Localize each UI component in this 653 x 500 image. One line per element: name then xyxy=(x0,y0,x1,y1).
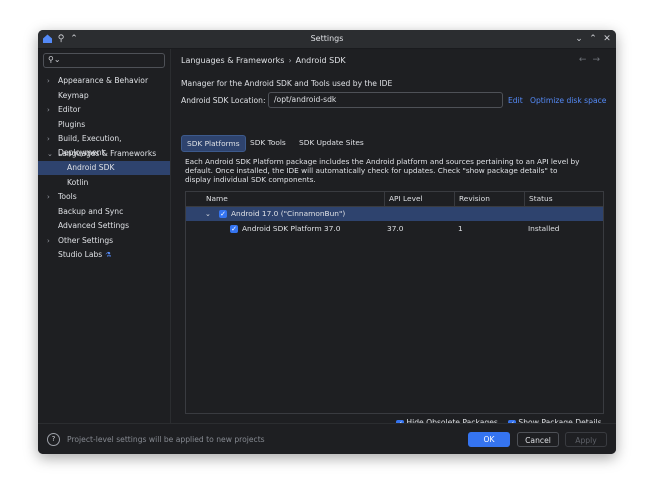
table-row[interactable]: ✓ Android SDK Platform 37.0 37.0 1 Insta… xyxy=(186,222,603,236)
search-icon: ⚲⌄ xyxy=(48,55,61,64)
row-revision: 1 xyxy=(458,224,463,233)
sidebar-item-plugins[interactable]: Plugins xyxy=(38,118,170,132)
sdk-platforms-table: Name API Level Revision Status ⌄ ✓ Andro… xyxy=(185,191,604,414)
sidebar-item-appearance[interactable]: › Appearance & Behavior xyxy=(38,74,170,88)
help-icon[interactable]: ? xyxy=(47,433,60,446)
search-input[interactable]: ⚲⌄ xyxy=(43,53,165,68)
breadcrumb: Languages & Frameworks › Android SDK xyxy=(181,56,346,65)
chevron-right-icon: › xyxy=(47,193,50,201)
chevron-right-icon: › xyxy=(47,77,50,85)
sidebar-item-build[interactable]: › Build, Execution, Deployment xyxy=(38,132,170,157)
checkbox-android-17[interactable]: ✓ xyxy=(219,210,227,218)
minimize-icon[interactable]: ⌄ xyxy=(573,33,585,45)
chevron-right-icon: › xyxy=(47,237,50,245)
back-arrow-icon[interactable]: ← xyxy=(579,55,593,65)
column-status[interactable]: Status xyxy=(525,192,603,206)
row-status: Installed xyxy=(528,224,560,233)
dialog-footer: ? Project-level settings will be applied… xyxy=(38,423,616,454)
sidebar-item-studio-labs[interactable]: Studio Labs ⚗ xyxy=(38,248,170,262)
apply-button[interactable]: Apply xyxy=(565,432,607,447)
sidebar-item-kotlin[interactable]: Kotlin xyxy=(38,176,170,190)
tab-sdk-tools[interactable]: SDK Tools xyxy=(245,135,291,150)
tab-sdk-update-sites[interactable]: SDK Update Sites xyxy=(294,135,369,150)
platform-description: Each Android SDK Platform package includ… xyxy=(185,157,580,184)
sdk-location-label: Android SDK Location: xyxy=(181,96,266,105)
sidebar-item-editor[interactable]: › Editor xyxy=(38,103,170,117)
sidebar-item-backup[interactable]: Backup and Sync xyxy=(38,205,170,219)
ok-button[interactable]: OK xyxy=(468,432,510,447)
row-name: Android SDK Platform 37.0 xyxy=(242,224,341,233)
forward-arrow-icon[interactable]: → xyxy=(592,55,606,65)
sidebar-item-keymap[interactable]: Keymap xyxy=(38,89,170,103)
panel-description: Manager for the Android SDK and Tools us… xyxy=(181,79,393,88)
chevron-down-icon[interactable]: ⌄ xyxy=(205,207,211,221)
maximize-icon[interactable]: ⌃ xyxy=(587,33,599,45)
row-name: Android 17.0 ("CinnamonBun") xyxy=(231,209,346,218)
title-bar: ⚲ ⌃ Settings ⌄ ⌃ ✕ xyxy=(38,30,616,49)
row-api-level: 37.0 xyxy=(387,224,404,233)
checkbox-sdk-platform-37[interactable]: ✓ xyxy=(230,225,238,233)
sdk-location-field[interactable]: /opt/android-sdk xyxy=(268,92,503,108)
sidebar-item-languages[interactable]: ⌄ Languages & Frameworks xyxy=(38,147,170,161)
chevron-right-icon: › xyxy=(47,135,50,143)
footer-note: Project-level settings will be applied t… xyxy=(67,435,265,444)
flask-icon: ⚗ xyxy=(105,251,112,259)
chevron-down-icon: ⌄ xyxy=(47,150,53,158)
sidebar-item-advanced[interactable]: Advanced Settings xyxy=(38,219,170,233)
cancel-button[interactable]: Cancel xyxy=(517,432,559,447)
breadcrumb-languages[interactable]: Languages & Frameworks xyxy=(181,56,284,65)
chevron-right-icon: › xyxy=(47,106,50,114)
sidebar-item-android-sdk[interactable]: Android SDK xyxy=(38,161,170,175)
window-title: Settings xyxy=(310,34,344,43)
settings-dialog: ⚲ ⌃ Settings ⌄ ⌃ ✕ ⚲⌄ › Appearance & Beh… xyxy=(38,30,616,454)
breadcrumb-android-sdk: Android SDK xyxy=(295,56,346,65)
edit-link[interactable]: Edit xyxy=(508,96,523,105)
android-sdk-panel: Languages & Frameworks › Android SDK ←→ Ma… xyxy=(171,49,616,428)
table-header: Name API Level Revision Status xyxy=(186,192,603,207)
column-revision[interactable]: Revision xyxy=(455,192,525,206)
table-row[interactable]: ⌄ ✓ Android 17.0 ("CinnamonBun") xyxy=(186,207,603,221)
sidebar-item-tools[interactable]: › Tools xyxy=(38,190,170,204)
breadcrumb-separator-icon: › xyxy=(288,56,292,65)
sidebar-item-other[interactable]: › Other Settings xyxy=(38,234,170,248)
tab-sdk-platforms[interactable]: SDK Platforms xyxy=(181,135,246,152)
optimize-disk-space-link[interactable]: Optimize disk space xyxy=(530,96,606,105)
close-icon[interactable]: ✕ xyxy=(601,33,613,45)
column-api-level[interactable]: API Level xyxy=(385,192,455,206)
settings-sidebar: ⚲⌄ › Appearance & Behavior Keymap › Edit… xyxy=(38,49,171,423)
nav-arrows: ←→ xyxy=(579,55,606,65)
column-name[interactable]: Name xyxy=(202,192,385,206)
